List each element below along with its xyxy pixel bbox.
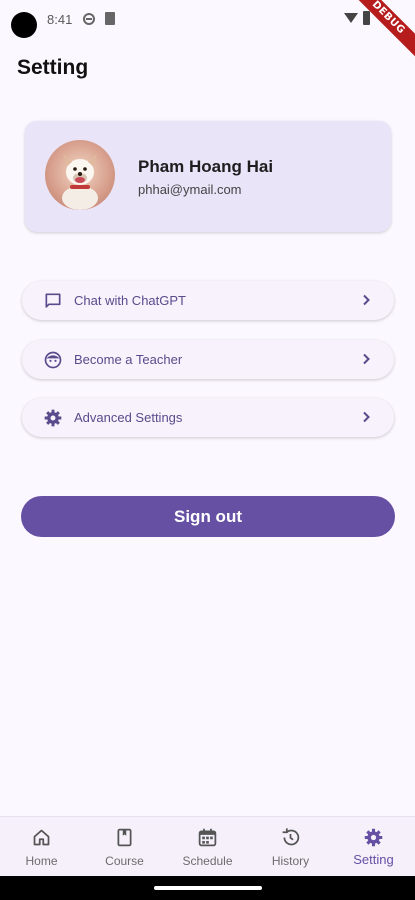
- nav-label: Schedule: [182, 854, 233, 868]
- sim-card-icon: [105, 12, 115, 25]
- menu-item-label: Become a Teacher: [74, 352, 183, 367]
- status-bar: 8:41: [0, 0, 415, 40]
- nav-label: History: [271, 854, 310, 868]
- dog-avatar-image: [62, 154, 98, 210]
- chat-icon: [45, 293, 61, 308]
- menu-item-label: Chat with ChatGPT: [74, 293, 186, 308]
- battery-icon: [363, 11, 370, 25]
- nav-item-setting[interactable]: Setting: [332, 817, 415, 877]
- nav-label: Home: [25, 854, 58, 868]
- nav-label: Setting: [353, 852, 394, 867]
- face-icon: [44, 351, 62, 369]
- chevron-right-icon: [363, 411, 370, 423]
- nav-item-schedule[interactable]: Schedule: [166, 817, 249, 877]
- bottom-nav: Home Course Schedule History Setting: [0, 816, 415, 876]
- chevron-right-icon: [363, 353, 370, 365]
- chevron-right-icon: [363, 294, 370, 306]
- gear-icon: [364, 828, 383, 847]
- menu-item-label: Advanced Settings: [74, 410, 183, 425]
- gear-icon: [44, 409, 62, 427]
- menu-item-advanced-settings[interactable]: Advanced Settings: [22, 398, 394, 437]
- user-email: phhai@ymail.com: [138, 182, 242, 197]
- calendar-icon: [198, 828, 217, 847]
- home-gesture-bar[interactable]: [154, 886, 262, 890]
- nav-item-home[interactable]: Home: [0, 817, 83, 877]
- sync-status-icon: [83, 13, 95, 25]
- nav-item-course[interactable]: Course: [83, 817, 166, 877]
- wifi-icon: [344, 13, 358, 23]
- nav-label: Course: [105, 854, 144, 868]
- sign-out-button[interactable]: Sign out: [21, 496, 395, 537]
- menu-item-become-a-teacher[interactable]: Become a Teacher: [22, 340, 394, 379]
- avatar[interactable]: [45, 140, 115, 210]
- page-title: Setting: [17, 56, 89, 79]
- home-icon: [33, 829, 50, 846]
- menu-item-chat-with-chatgpt[interactable]: Chat with ChatGPT: [22, 281, 394, 320]
- camera-cutout: [11, 12, 37, 38]
- user-name: Pham Hoang Hai: [138, 157, 274, 176]
- profile-card[interactable]: Pham Hoang Hai phhai@ymail.com: [25, 121, 391, 232]
- nav-item-history[interactable]: History: [249, 817, 332, 877]
- status-time: 8:41: [47, 12, 73, 27]
- book-icon: [117, 828, 132, 847]
- history-icon: [282, 828, 300, 846]
